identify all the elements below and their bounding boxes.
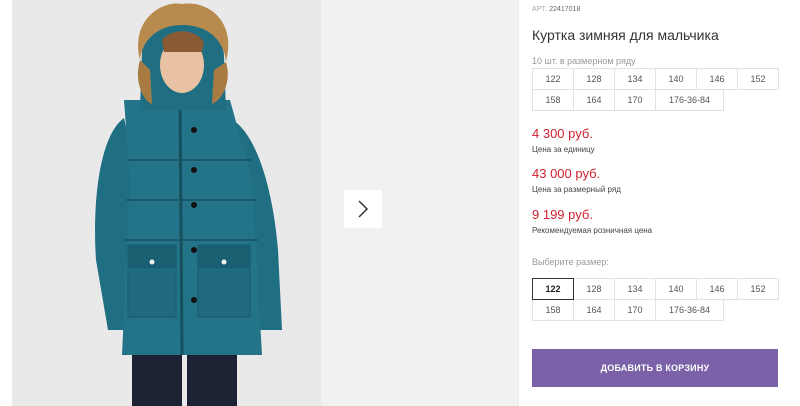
choose-size-label: Выберите размер: <box>532 257 609 267</box>
chevron-right-icon <box>358 200 369 218</box>
pack-size-cell: 170 <box>614 89 656 111</box>
size-option[interactable]: 158 <box>532 299 574 321</box>
pack-note: 10 шт. в размерном ряду <box>532 56 636 66</box>
unit-price: 4 300 руб. <box>532 126 593 141</box>
size-option[interactable]: 170 <box>614 299 656 321</box>
product-title: Куртка зимняя для мальчика <box>532 27 719 43</box>
panel-divider <box>518 0 519 406</box>
size-selector-grid: 122 128 134 140 146 152 158 164 170 176-… <box>532 278 781 321</box>
pack-size-cell: 128 <box>573 68 615 90</box>
size-selector-row: 158 164 170 176-36-84 <box>532 299 781 321</box>
sku-line: АРТ: 22417018 <box>532 6 580 13</box>
pack-size-cell: 164 <box>573 89 615 111</box>
pack-size-cell: 152 <box>737 68 779 90</box>
pack-size-cell: 158 <box>532 89 574 111</box>
retail-price-label: Рекомендуемая розничная цена <box>532 226 653 235</box>
pack-size-row: 122 128 134 140 146 152 <box>532 68 781 90</box>
size-selector-row: 122 128 134 140 146 152 <box>532 278 781 300</box>
pack-price: 43 000 руб. <box>532 166 601 181</box>
size-option[interactable]: 164 <box>573 299 615 321</box>
size-option[interactable]: 140 <box>655 278 697 300</box>
product-photo[interactable] <box>12 0 321 406</box>
sku-prefix: АРТ: <box>532 6 548 13</box>
size-option[interactable]: 134 <box>614 278 656 300</box>
pack-size-cell: 134 <box>614 68 656 90</box>
pack-size-grid: 122 128 134 140 146 152 158 164 170 176-… <box>532 68 781 111</box>
retail-price: 9 199 руб. <box>532 207 593 222</box>
size-option[interactable]: 128 <box>573 278 615 300</box>
gallery-next-button[interactable] <box>344 190 382 228</box>
boy-in-winter-jacket-illustration <box>95 3 282 406</box>
pack-size-cell: 176-36-84 <box>655 89 724 111</box>
add-to-cart-button[interactable]: ДОБАВИТЬ В КОРЗИНУ <box>532 349 778 387</box>
sku-number: 22417018 <box>549 6 581 13</box>
pack-size-cell: 122 <box>532 68 574 90</box>
pack-size-cell: 146 <box>696 68 738 90</box>
size-option[interactable]: 152 <box>737 278 779 300</box>
size-option[interactable]: 146 <box>696 278 738 300</box>
unit-price-label: Цена за единицу <box>532 145 595 154</box>
product-gallery <box>0 0 518 406</box>
size-option[interactable]: 176-36-84 <box>655 299 724 321</box>
pack-size-cell: 140 <box>655 68 697 90</box>
pack-size-row: 158 164 170 176-36-84 <box>532 89 781 111</box>
size-option-selected[interactable]: 122 <box>532 278 574 300</box>
pack-price-label: Цена за размерный ряд <box>532 185 621 194</box>
